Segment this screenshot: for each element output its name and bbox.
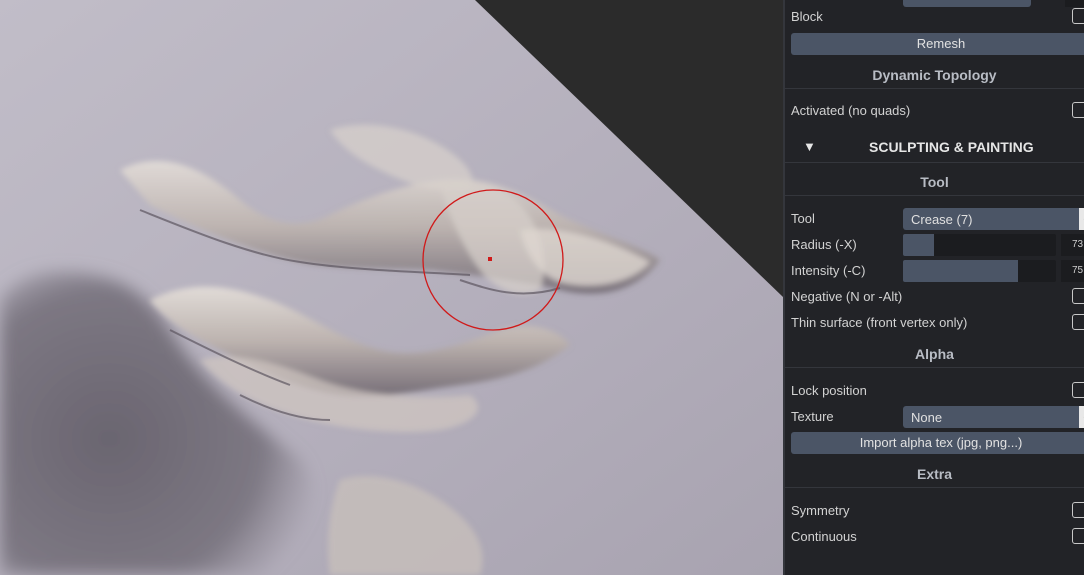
activated-checkbox[interactable] <box>1072 102 1084 118</box>
radius-slider[interactable] <box>903 234 1056 256</box>
texture-label: Texture <box>791 409 834 424</box>
slider-stub <box>903 0 1031 7</box>
intensity-label: Intensity (-C) <box>791 263 866 278</box>
tool-row: Tool Crease (7) ⌄ <box>791 208 1084 230</box>
continuous-label: Continuous <box>791 529 857 544</box>
dynamic-topology-title: Dynamic Topology <box>785 62 1084 89</box>
texture-row: Texture None ⌄ <box>791 406 1084 428</box>
block-label: Block <box>791 9 823 24</box>
number-stub <box>1065 0 1084 7</box>
lock-position-label: Lock position <box>791 383 867 398</box>
chevron-down-icon: ⌄ <box>1079 208 1084 230</box>
activated-row: Activated (no quads) <box>791 100 1084 122</box>
thin-surface-row: Thin surface (front vertex only) <box>791 312 1084 334</box>
sculpting-painting-title: SCULPTING & PAINTING <box>869 139 1034 155</box>
chevron-down-icon: ⌄ <box>1079 406 1084 428</box>
brush-center-dot <box>488 257 492 261</box>
radius-label: Radius (-X) <box>791 237 857 252</box>
texture-select[interactable]: None ⌄ <box>903 406 1084 428</box>
block-row: Block <box>791 0 1084 28</box>
thin-surface-checkbox[interactable] <box>1072 314 1084 330</box>
sculpt-viewport[interactable] <box>0 0 783 575</box>
intensity-slider[interactable] <box>903 260 1056 282</box>
extra-section-title: Extra <box>785 461 1084 488</box>
radius-value[interactable]: 73 <box>1061 234 1084 256</box>
symmetry-row: Symmetry <box>791 500 1084 522</box>
radius-row: Radius (-X) 73 <box>791 234 1084 256</box>
radius-slider-fill <box>903 234 935 256</box>
collapse-triangle-icon: ▼ <box>803 139 816 154</box>
negative-label: Negative (N or -Alt) <box>791 289 903 304</box>
continuous-checkbox[interactable] <box>1072 528 1084 544</box>
alpha-section-title: Alpha <box>785 341 1084 368</box>
tool-label: Tool <box>791 211 815 226</box>
intensity-slider-fill <box>903 260 1018 282</box>
tool-select[interactable]: Crease (7) ⌄ <box>903 208 1084 230</box>
negative-row: Negative (N or -Alt) <box>791 286 1084 308</box>
texture-select-value: None <box>911 410 943 425</box>
tool-select-value: Crease (7) <box>911 212 973 227</box>
thin-surface-label: Thin surface (front vertex only) <box>791 315 968 330</box>
activated-label: Activated (no quads) <box>791 103 911 118</box>
lock-position-row: Lock position <box>791 380 1084 402</box>
remesh-button[interactable]: Remesh <box>791 33 1084 55</box>
lock-position-checkbox[interactable] <box>1072 382 1084 398</box>
continuous-row: Continuous <box>791 526 1084 548</box>
sculpting-painting-header[interactable]: ▼ SCULPTING & PAINTING <box>785 132 1084 163</box>
mesh-canvas[interactable] <box>0 0 783 575</box>
import-alpha-button[interactable]: Import alpha tex (jpg, png...) <box>791 432 1084 454</box>
block-checkbox[interactable] <box>1072 8 1084 24</box>
side-panel: Block Remesh Dynamic Topology Activated … <box>783 0 1084 575</box>
symmetry-label: Symmetry <box>791 503 850 518</box>
intensity-value[interactable]: 75 <box>1061 260 1084 282</box>
intensity-row: Intensity (-C) 75 <box>791 260 1084 282</box>
negative-checkbox[interactable] <box>1072 288 1084 304</box>
tool-section-title: Tool <box>785 169 1084 196</box>
symmetry-checkbox[interactable] <box>1072 502 1084 518</box>
